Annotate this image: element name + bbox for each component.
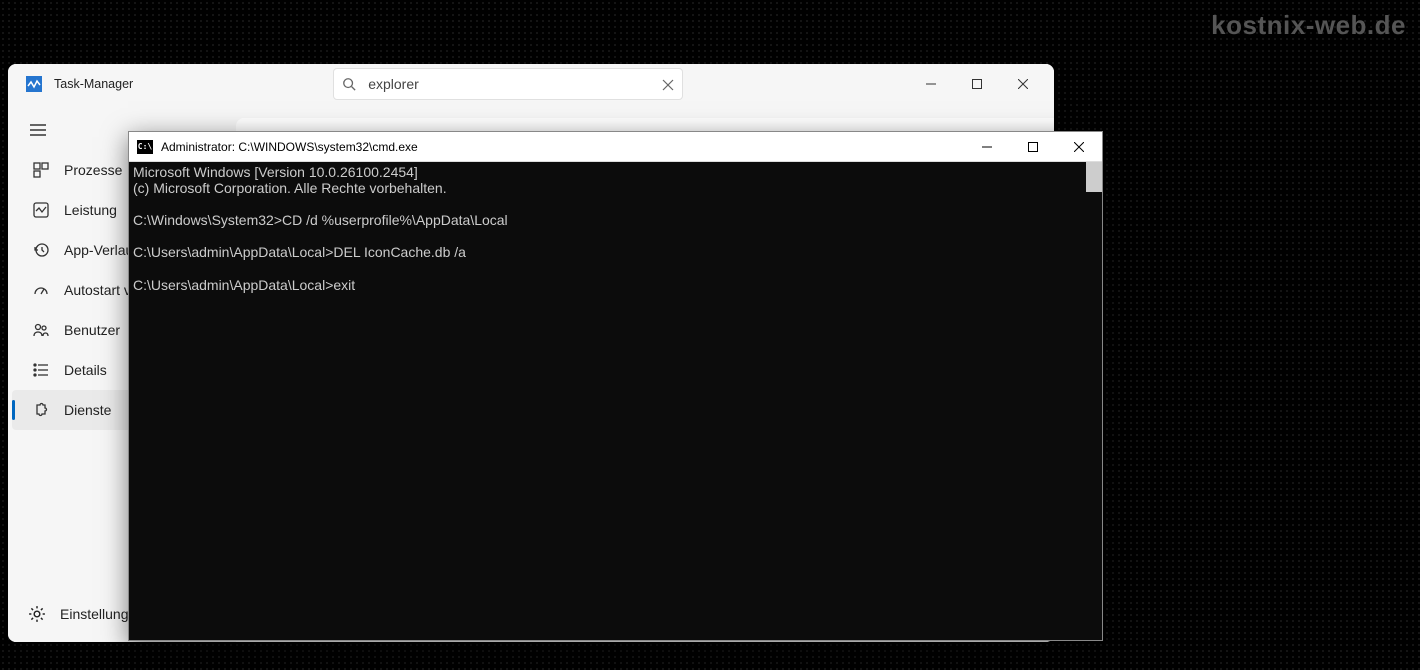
cmd-title: Administrator: C:\WINDOWS\system32\cmd.e… [161,140,418,154]
hamburger-button[interactable] [18,112,58,148]
cmd-scrollbar-thumb[interactable] [1086,162,1102,192]
taskmanager-title: Task-Manager [54,77,133,91]
grid-icon [32,161,50,179]
search-icon [342,77,356,91]
list-icon [32,361,50,379]
cmd-app-icon: C:\ [137,140,153,154]
maximize-button[interactable] [954,68,1000,100]
history-icon [32,241,50,259]
sidebar-item-label: App-Verlauf [64,242,137,258]
watermark: kostnix-web.de [1211,10,1406,41]
minimize-button[interactable] [908,68,954,100]
taskmanager-titlebar[interactable]: Task-Manager [8,64,1054,104]
cmd-titlebar[interactable]: C:\ Administrator: C:\WINDOWS\system32\c… [129,132,1102,162]
gauge-icon [32,281,50,299]
activity-icon [32,201,50,219]
cmd-window: C:\ Administrator: C:\WINDOWS\system32\c… [128,131,1103,641]
gear-icon [28,605,46,623]
cmd-close-button[interactable] [1056,132,1102,162]
users-icon [32,321,50,339]
sidebar-item-label: Leistung [64,202,117,218]
cmd-minimize-button[interactable] [964,132,1010,162]
sidebar-item-label: Details [64,362,107,378]
puzzle-icon [32,401,50,419]
cmd-terminal-output[interactable]: Microsoft Windows [Version 10.0.26100.24… [129,162,1102,640]
search-box[interactable] [333,68,683,100]
sidebar-item-label: Dienste [64,402,111,418]
taskmanager-app-icon [26,76,42,92]
window-controls [908,68,1046,100]
sidebar-item-label: Benutzer [64,322,120,338]
sidebar-item-label: Prozesse [64,162,122,178]
close-button[interactable] [1000,68,1046,100]
search-clear-icon[interactable] [662,78,674,90]
cmd-window-controls [964,132,1102,162]
cmd-maximize-button[interactable] [1010,132,1056,162]
search-input[interactable] [368,76,662,92]
